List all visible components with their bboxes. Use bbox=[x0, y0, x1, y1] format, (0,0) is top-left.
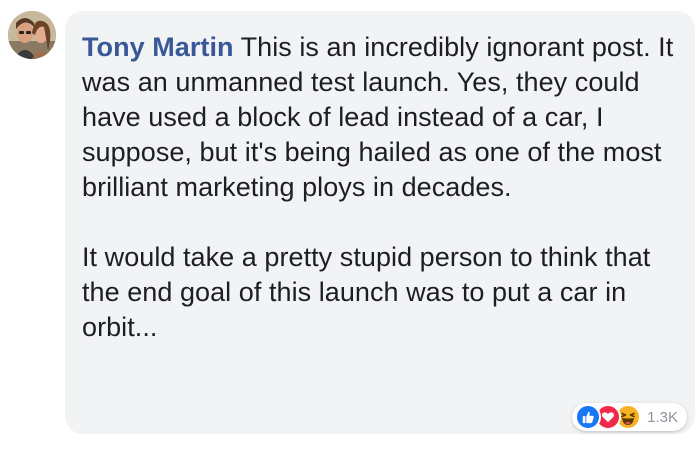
comment-paragraph: Tony Martin This is an incredibly ignora… bbox=[82, 30, 679, 205]
like-icon bbox=[575, 404, 602, 430]
avatar-photo bbox=[8, 11, 56, 59]
author-name-link[interactable]: Tony Martin bbox=[82, 32, 234, 62]
reaction-count: 1.3K bbox=[647, 408, 678, 426]
reactions-summary[interactable]: 1.3K bbox=[572, 403, 687, 431]
avatar[interactable] bbox=[8, 11, 56, 59]
comment-bubble: Tony Martin This is an incredibly ignora… bbox=[65, 11, 695, 434]
comment-paragraph: It would take a pretty stupid person to … bbox=[82, 242, 651, 342]
